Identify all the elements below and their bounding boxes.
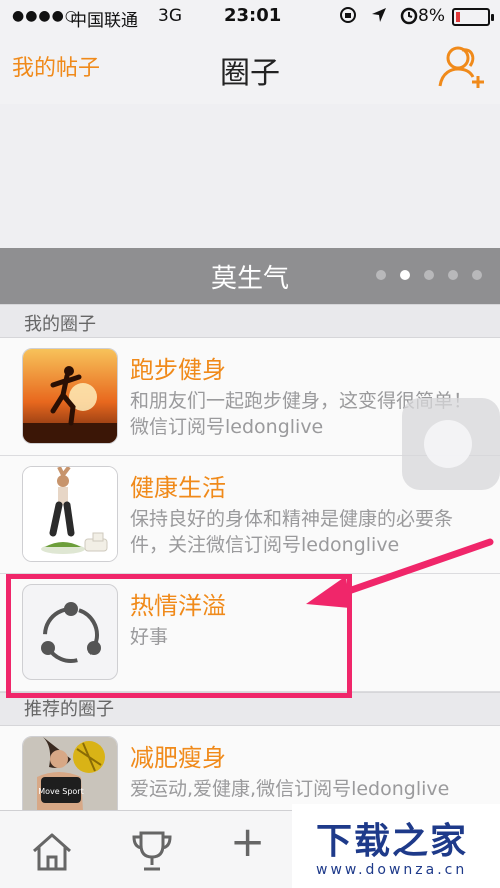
section-header-my-groups: 我的圈子 [0,304,500,338]
group-thumbnail [22,466,118,562]
annotation-arrow-icon [306,538,494,608]
rotation-lock-icon [340,7,356,23]
assistive-touch-button[interactable] [402,398,500,490]
nav-bar: 我的帖子 圈子 [0,34,500,104]
group-description: 好事 [130,626,169,648]
group-name: 热情洋溢 [130,592,226,620]
group-default-icon [41,602,101,663]
watermark-title: 下载之家 [316,821,469,862]
group-thumbnail [22,584,118,680]
page-indicator [376,270,482,280]
alarm-icon [401,7,418,25]
page-dot [448,270,458,280]
group-item-weight-loss[interactable]: Move Sport 减肥瘦身 爱运动,爱健康,微信订阅号ledonglive [0,726,500,832]
trophy-icon[interactable] [130,829,174,873]
watermark-logo: 下载之家 www.downza.cn [292,804,500,888]
group-description: 爱运动,爱健康,微信订阅号ledonglive [130,778,450,800]
section-header-recommended: 推荐的圈子 [0,692,500,726]
page-dot [424,270,434,280]
clock: 23:01 [224,5,282,26]
page-title: 圈子 [220,56,280,91]
page-dot-active [400,270,410,280]
network-type: 3G [158,6,182,26]
section-title: 我的圈子 [24,314,96,335]
battery-icon [452,8,494,26]
battery-percent: 8% [418,6,445,26]
status-bar: ●●●●○ 中国联通 3G 23:01 8% [0,0,500,34]
banner-image[interactable] [0,104,500,248]
signal-strength: ●●●●○ [12,8,79,24]
page-dot [472,270,482,280]
group-name: 跑步健身 [130,356,226,384]
page-dot [376,270,386,280]
group-thumbnail [22,348,118,444]
add-post-button[interactable]: + [230,817,265,866]
group-name: 健康生活 [130,474,226,502]
status-icons [338,4,419,25]
carrier-name: 中国联通 [70,11,138,31]
watermark-url: www.downza.cn [316,862,468,878]
section-title: 推荐的圈子 [24,699,114,720]
location-icon [371,8,386,22]
home-icon[interactable] [30,829,74,873]
group-name: 减肥瘦身 [130,744,226,772]
banner-caption[interactable]: 莫生气 [0,248,500,304]
add-person-icon[interactable] [436,44,488,90]
svg-text:Move Sport: Move Sport [38,787,83,796]
